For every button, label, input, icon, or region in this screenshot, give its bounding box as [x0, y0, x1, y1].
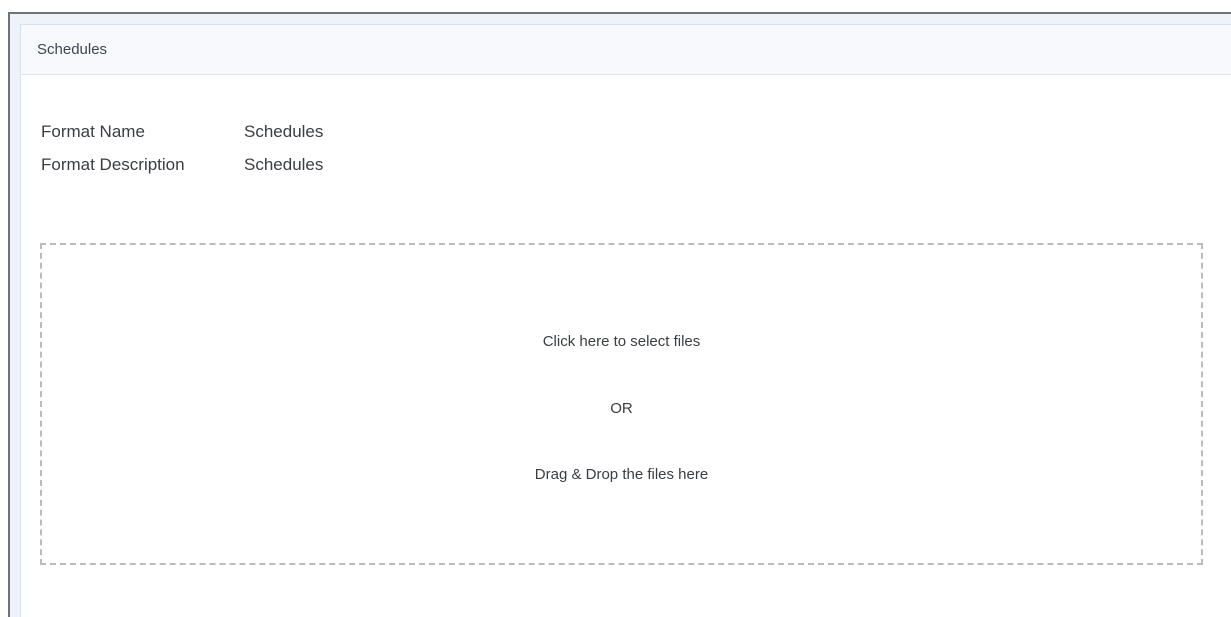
drag-drop-text: Drag & Drop the files here	[534, 466, 709, 483]
or-separator: OR	[610, 400, 633, 417]
select-files-text[interactable]: Click here to select files	[42, 333, 1201, 350]
format-description-label: Format Description	[41, 155, 185, 174]
format-name-label: Format Name	[41, 122, 145, 141]
outer-frame: Schedules Format Name Schedules Format D…	[8, 12, 1231, 617]
format-info: Format Name Schedules Format Description…	[41, 115, 323, 181]
format-name-value: Schedules	[244, 122, 324, 141]
format-description-value: Schedules	[244, 155, 324, 174]
panel-title: Schedules	[21, 25, 1231, 75]
file-dropzone[interactable]: Click here to select files OR Drag & Dro…	[40, 243, 1203, 565]
schedules-panel: Schedules Format Name Schedules Format D…	[20, 24, 1231, 617]
format-name-row: Format Name Schedules	[41, 115, 323, 148]
format-description-row: Format Description Schedules	[41, 148, 323, 181]
